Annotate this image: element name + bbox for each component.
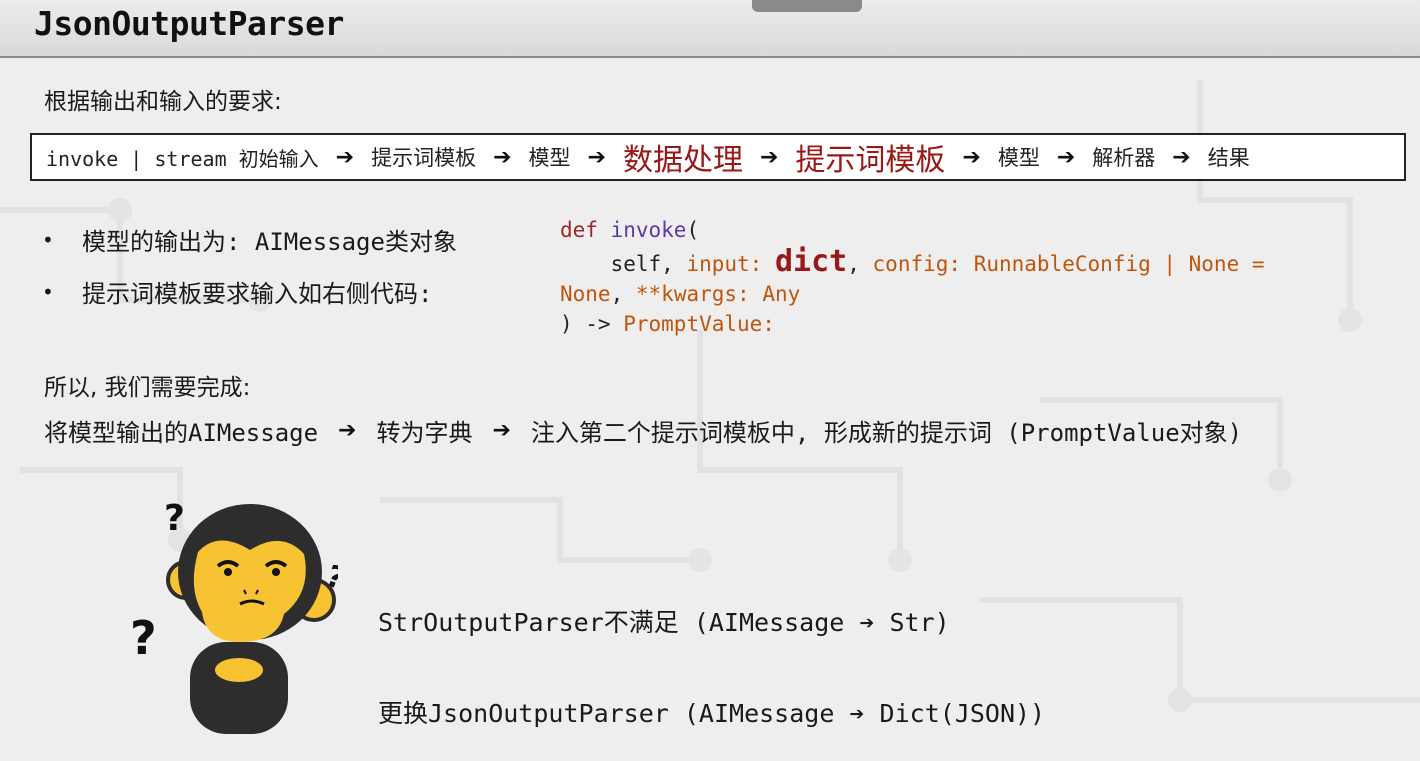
arrow-icon: ➔	[493, 144, 512, 170]
arrow-icon: ➔	[1172, 144, 1191, 170]
note-json-output-parser: 更换JsonOutputParser (AIMessage ➔ Dict(JSO…	[378, 699, 1046, 728]
bullet-list: • 模型的输出为: AIMessage类对象 • 提示词模板要求输入如右侧代码:	[42, 222, 457, 326]
pipeline-flow-box: invoke | stream 初始输入 ➔ 提示词模板 ➔ 模型 ➔ 数据处理 ➔ 提示词模板…	[30, 133, 1406, 181]
code-punct: ,	[847, 252, 860, 276]
bullet-item: • 提示词模板要求输入如右侧代码:	[42, 274, 457, 309]
flow-step: 提示词模板	[371, 146, 477, 170]
bullet-text: 提示词模板要求输入如右侧代码:	[82, 280, 433, 308]
arrow-icon: ➔	[1056, 144, 1076, 170]
arrow-icon: ➔	[587, 144, 606, 170]
code-punct: ) ->	[560, 312, 611, 336]
arrow-icon: ➔	[759, 144, 779, 170]
code-line: None, **kwargs: Any	[560, 278, 1265, 308]
code-param: **kwargs:	[635, 282, 750, 306]
code-param: config:	[872, 252, 962, 276]
flow-step: 结果	[1207, 146, 1250, 170]
conversion-steps: 将模型输出的AIMessage ➔ 转为字典 ➔ 注入第二个提示词模板中, 形成…	[44, 413, 1242, 448]
code-param: input:	[686, 252, 763, 276]
code-return-type: PromptValue:	[623, 312, 775, 336]
slide-header: JsonOutputParser	[0, 0, 1420, 58]
code-type: None	[560, 282, 611, 306]
code-line: ) -> PromptValue:	[560, 308, 1265, 338]
flow-step: 模型	[528, 146, 571, 170]
note-str-output-parser: StrOutputParser不满足 (AIMessage ➔ Str)	[378, 608, 950, 637]
arrow-icon: ➔	[338, 418, 357, 443]
code-punct: ,	[610, 282, 624, 306]
code-type: RunnableConfig | None =	[973, 252, 1265, 276]
code-punct: (	[686, 218, 700, 242]
question-mark-icon: ?	[164, 498, 185, 539]
flow-step: 提示词模板	[795, 143, 946, 178]
arrow-icon: ➔	[335, 144, 355, 170]
question-mark-icon: ?	[130, 611, 157, 665]
code-function-name: invoke	[610, 218, 687, 242]
step-text: 将模型输出的AIMessage	[44, 419, 319, 447]
code-line: def invoke(	[560, 214, 1265, 246]
step-text: 转为字典	[376, 419, 473, 447]
code-self: self,	[610, 252, 674, 276]
flow-step: 模型	[997, 146, 1040, 170]
slide-title: JsonOutputParser	[34, 4, 344, 43]
code-snippet: def invoke( self, input: dict, config: R…	[560, 214, 1265, 338]
flow-step: invoke | stream 初始输入	[46, 146, 319, 171]
bullet-dot: •	[42, 279, 54, 304]
confused-monkey-illustration: ? ? ?	[130, 498, 338, 734]
requirement-label: 根据输出和输入的要求:	[44, 89, 282, 115]
code-type: Any	[762, 282, 801, 306]
bullet-dot: •	[42, 227, 54, 252]
step-text: 注入第二个提示词模板中, 形成新的提示词 (PromptValue对象)	[530, 419, 1243, 447]
flow-step: 解析器	[1092, 146, 1156, 170]
arrow-icon: ➔	[492, 418, 511, 443]
so-label: 所以, 我们需要完成:	[44, 375, 251, 401]
code-type-dict: dict	[774, 244, 848, 279]
bullet-text: 模型的输出为: AIMessage类对象	[82, 228, 457, 256]
bullet-item: • 模型的输出为: AIMessage类对象	[42, 222, 457, 257]
top-tab-handle[interactable]	[752, 0, 862, 12]
code-keyword: def	[560, 218, 598, 242]
flow-step: 数据处理	[622, 143, 743, 178]
arrow-icon: ➔	[962, 144, 981, 170]
code-line: self, input: dict, config: RunnableConfi…	[560, 246, 1265, 278]
